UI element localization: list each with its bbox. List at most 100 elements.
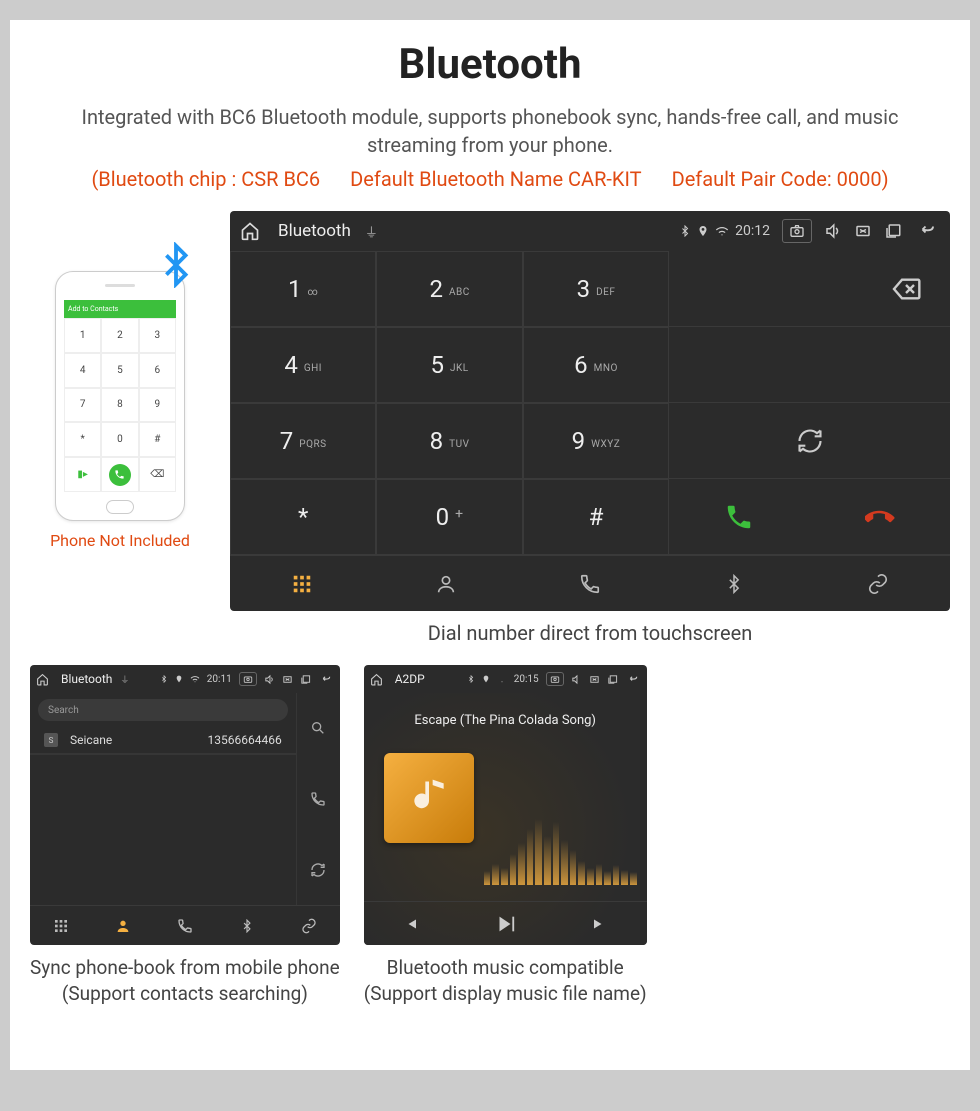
- volume-icon[interactable]: [571, 674, 582, 685]
- nav-calllog[interactable]: [518, 556, 662, 611]
- dialer-key-star[interactable]: *: [230, 479, 376, 555]
- dialer-key-6[interactable]: 6MNO: [523, 327, 669, 403]
- screenshot-icon[interactable]: [782, 219, 812, 243]
- nav-contacts[interactable]: [374, 556, 518, 611]
- app-title: A2DP: [395, 672, 425, 686]
- recents-icon[interactable]: [607, 674, 618, 685]
- phone-key[interactable]: 7: [64, 388, 101, 423]
- side-search-icon[interactable]: [296, 693, 340, 764]
- wifi-icon: [497, 674, 507, 684]
- dialer-key-4[interactable]: 4GHI: [230, 327, 376, 403]
- album-art-icon: [384, 753, 474, 843]
- phone-add-contacts-label: Add to Contacts: [68, 305, 118, 313]
- nav-dialpad[interactable]: [30, 906, 92, 945]
- page-subtitle: Integrated with BC6 Bluetooth module, su…: [10, 103, 970, 159]
- dialer-key-7[interactable]: 7PQRS: [230, 403, 376, 479]
- phone-key[interactable]: 5: [101, 353, 138, 388]
- wifi-icon: [190, 674, 200, 684]
- app-title: Bluetooth: [278, 221, 351, 241]
- dialer-key-5[interactable]: 5JKL: [376, 327, 522, 403]
- recents-icon[interactable]: [300, 674, 311, 685]
- close-icon[interactable]: [589, 674, 600, 685]
- hangup-icon[interactable]: [865, 502, 895, 532]
- nav-calllog[interactable]: [154, 906, 216, 945]
- phonebook-caption: Sync phone-book from mobile phone (Suppo…: [30, 955, 340, 1006]
- phone-key[interactable]: 1: [64, 318, 101, 353]
- bluetooth-icon: [467, 675, 475, 683]
- a2dp-caption: Bluetooth music compatible (Support disp…: [364, 955, 647, 1006]
- contact-letter-icon: S: [44, 733, 58, 747]
- wifi-icon: [715, 224, 729, 238]
- phone-key[interactable]: 3: [139, 318, 176, 353]
- usb-icon: ⏚: [120, 673, 129, 686]
- volume-icon[interactable]: [824, 222, 842, 240]
- status-time: 20:11: [207, 674, 232, 685]
- play-pause-icon[interactable]: [494, 913, 516, 935]
- spec-chip: (Bluetooth chip : CSR BC6: [91, 167, 320, 191]
- home-icon[interactable]: [370, 673, 383, 686]
- side-call-icon[interactable]: [296, 764, 340, 835]
- backspace-icon[interactable]: [890, 273, 922, 305]
- side-refresh-icon[interactable]: [296, 834, 340, 905]
- phone-key[interactable]: 2: [101, 318, 138, 353]
- bluetooth-icon: [679, 225, 691, 237]
- dialer-caption: Dial number direct from touchscreen: [230, 621, 950, 645]
- phone-key[interactable]: #: [139, 422, 176, 457]
- nav-contacts[interactable]: [92, 906, 154, 945]
- screenshot-icon[interactable]: [239, 672, 257, 686]
- dialer-key-0[interactable]: 0+: [376, 479, 522, 555]
- screenshot-icon[interactable]: [546, 672, 564, 686]
- phone-key[interactable]: 9: [139, 388, 176, 423]
- phone-key[interactable]: 4: [64, 353, 101, 388]
- nav-pair[interactable]: [806, 556, 950, 611]
- back-icon[interactable]: [318, 674, 334, 685]
- dialer-key-hash[interactable]: #: [523, 479, 669, 555]
- dialer-key-9[interactable]: 9WXYZ: [523, 403, 669, 479]
- back-icon[interactable]: [914, 222, 940, 240]
- phone-key[interactable]: 6: [139, 353, 176, 388]
- phone-key[interactable]: 8: [101, 388, 138, 423]
- call-icon[interactable]: [724, 502, 754, 532]
- location-icon: [175, 675, 183, 683]
- phone-home-button[interactable]: [106, 500, 134, 514]
- dialer-screenshot: Bluetooth ⏚ 20:12: [230, 211, 950, 611]
- volume-icon[interactable]: [264, 674, 275, 685]
- next-track-icon[interactable]: [591, 915, 609, 933]
- status-time: 20:12: [735, 223, 770, 239]
- contact-number: 13566664466: [208, 733, 282, 747]
- phone-videocall-icon[interactable]: ▮▸: [64, 457, 101, 492]
- phone-backspace-icon[interactable]: ⌫: [139, 457, 176, 492]
- home-icon[interactable]: [36, 673, 49, 686]
- nav-dialpad[interactable]: [230, 556, 374, 611]
- phone-key[interactable]: *: [64, 422, 101, 457]
- bluetooth-icon: [160, 675, 168, 683]
- page-title: Bluetooth: [10, 40, 970, 89]
- a2dp-screenshot: A2DP 20:15 Escape (The Pina Colada: [364, 665, 647, 945]
- back-icon[interactable]: [625, 674, 641, 685]
- recents-icon[interactable]: [884, 222, 902, 240]
- bluetooth-signal-icon: [153, 242, 199, 288]
- dialer-key-1[interactable]: 1∞: [230, 251, 376, 327]
- phonebook-screenshot: Bluetooth ⏚ 20:11: [30, 665, 340, 945]
- phone-caption: Phone Not Included: [50, 531, 190, 550]
- dialer-key-2[interactable]: 2ABC: [376, 251, 522, 327]
- dialer-key-3[interactable]: 3DEF: [523, 251, 669, 327]
- track-title: Escape (The Pina Colada Song): [364, 713, 647, 728]
- contact-row[interactable]: S Seicane 13566664466: [30, 727, 296, 754]
- prev-track-icon[interactable]: [401, 915, 419, 933]
- home-icon[interactable]: [240, 221, 260, 241]
- location-icon: [697, 225, 709, 237]
- dialer-key-8[interactable]: 8TUV: [376, 403, 522, 479]
- close-icon[interactable]: [854, 222, 872, 240]
- nav-bluetooth[interactable]: [662, 556, 806, 611]
- nav-pair[interactable]: [278, 906, 340, 945]
- search-input[interactable]: Search: [38, 699, 288, 721]
- nav-bluetooth[interactable]: [216, 906, 278, 945]
- spec-name: Default Bluetooth Name CAR-KIT: [350, 167, 641, 191]
- close-icon[interactable]: [282, 674, 293, 685]
- contact-name: Seicane: [70, 733, 112, 747]
- swap-icon[interactable]: [796, 427, 824, 455]
- phone-call-icon[interactable]: [101, 457, 138, 492]
- usb-icon: ⏚: [365, 222, 378, 241]
- phone-key[interactable]: 0: [101, 422, 138, 457]
